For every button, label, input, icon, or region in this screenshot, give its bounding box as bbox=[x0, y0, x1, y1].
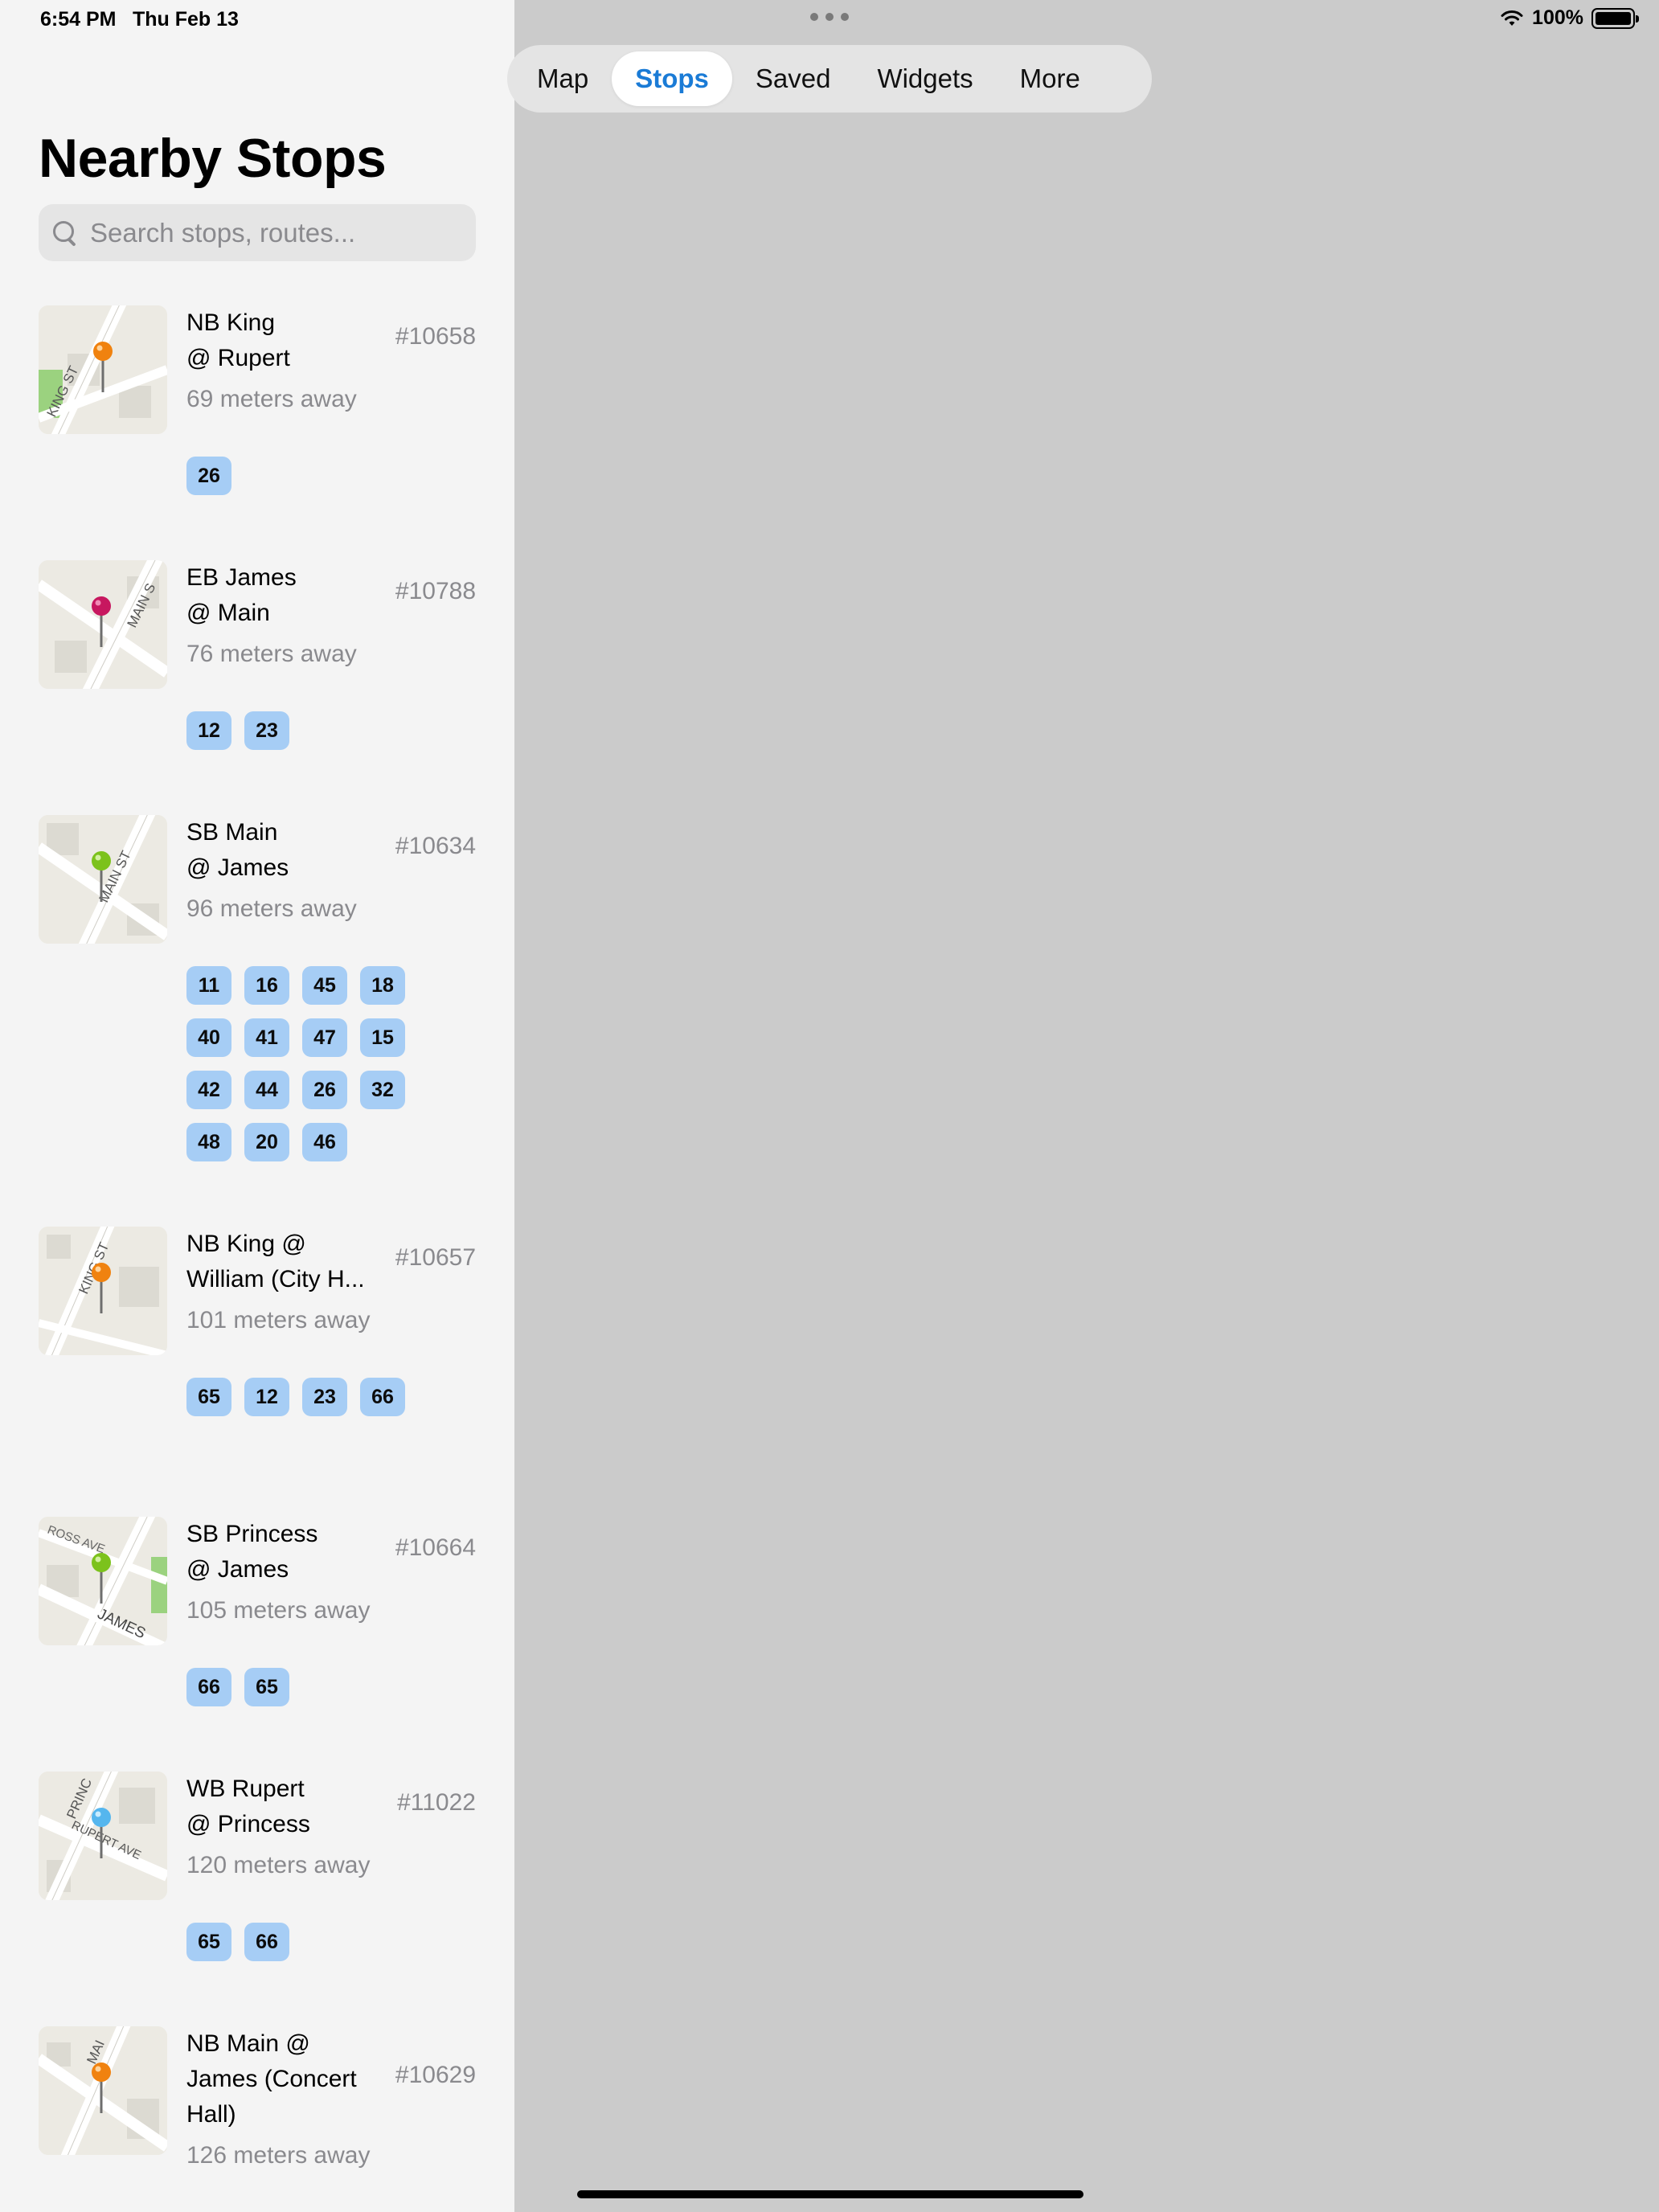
stop-map-thumbnail: RUPERT AVE PRINC bbox=[39, 1772, 167, 1900]
route-badges: 11 16 45 18 40 41 47 15 42 44 26 32 48 2… bbox=[186, 966, 444, 1161]
orange-pin-icon bbox=[92, 2062, 111, 2113]
search-input[interactable] bbox=[90, 217, 476, 248]
green-pin-icon bbox=[92, 1553, 111, 1604]
stop-map-thumbnail: KING ST bbox=[39, 1227, 167, 1355]
stop-code: #10658 bbox=[395, 323, 476, 350]
route-badge[interactable]: 12 bbox=[186, 711, 231, 750]
route-badge[interactable]: 66 bbox=[244, 1923, 289, 1961]
route-badge[interactable]: 20 bbox=[244, 1123, 289, 1161]
stop-code: #10629 bbox=[395, 2062, 476, 2088]
route-badge[interactable]: 11 bbox=[186, 966, 231, 1005]
tab-bar: Map Stops Saved Widgets More bbox=[507, 45, 1152, 113]
stop-distance: 105 meters away bbox=[186, 1597, 371, 1624]
page-title: Nearby Stops bbox=[39, 128, 387, 189]
battery-percentage: 100% bbox=[1532, 6, 1583, 29]
orange-pin-icon bbox=[92, 1263, 111, 1313]
stop-map-thumbnail: MAI bbox=[39, 2026, 167, 2155]
multitasking-dots-icon[interactable] bbox=[810, 11, 849, 23]
route-badge[interactable]: 40 bbox=[186, 1018, 231, 1057]
route-badges: 66 65 bbox=[186, 1668, 444, 1706]
status-time: 6:54 PM bbox=[40, 8, 117, 31]
route-badge[interactable]: 66 bbox=[360, 1378, 405, 1416]
route-badge[interactable]: 45 bbox=[302, 966, 347, 1005]
route-badge[interactable]: 47 bbox=[302, 1018, 347, 1057]
route-badge[interactable]: 46 bbox=[302, 1123, 347, 1161]
stop-name: SB Princess @ James bbox=[186, 1521, 318, 1583]
route-badges: 65 66 bbox=[186, 1923, 444, 1961]
tab-stops[interactable]: Stops bbox=[612, 51, 732, 106]
route-badge[interactable]: 48 bbox=[186, 1123, 231, 1161]
search-icon bbox=[51, 219, 79, 247]
stop-code: #10788 bbox=[395, 578, 476, 604]
route-badge[interactable]: 23 bbox=[302, 1378, 347, 1416]
stop-map-thumbnail: MAIN S bbox=[39, 560, 167, 689]
route-badge[interactable]: 23 bbox=[244, 711, 289, 750]
route-badges: 26 bbox=[186, 457, 444, 495]
route-badge[interactable]: 66 bbox=[186, 1668, 231, 1706]
tab-more[interactable]: More bbox=[997, 51, 1104, 106]
stop-distance: 120 meters away bbox=[186, 1852, 371, 1878]
route-badge[interactable]: 18 bbox=[360, 966, 405, 1005]
route-badge[interactable]: 12 bbox=[244, 1378, 289, 1416]
stop-map-thumbnail: MAIN ST bbox=[39, 815, 167, 944]
tab-widgets[interactable]: Widgets bbox=[854, 51, 996, 106]
orange-pin-icon bbox=[93, 342, 113, 392]
stop-map-thumbnail: KING ST bbox=[39, 305, 167, 434]
home-indicator[interactable] bbox=[577, 2190, 1083, 2198]
route-badge[interactable]: 41 bbox=[244, 1018, 289, 1057]
green-pin-icon bbox=[92, 851, 111, 902]
stop-code: #11022 bbox=[397, 1789, 476, 1816]
status-indicators: 100% bbox=[1500, 6, 1639, 30]
route-badge[interactable]: 44 bbox=[244, 1071, 289, 1109]
sidebar: 6:54 PM Thu Feb 13 Nearby Stops KING ST bbox=[0, 0, 514, 2212]
stop-name: WB Rupert @ Princess bbox=[186, 1776, 310, 1837]
route-badge[interactable]: 26 bbox=[186, 457, 231, 495]
route-badge[interactable]: 16 bbox=[244, 966, 289, 1005]
route-badge[interactable]: 65 bbox=[186, 1378, 231, 1416]
stop-name: NB King @ Rupert bbox=[186, 309, 290, 371]
stop-map-thumbnail: ROSS AVE JAMES bbox=[39, 1517, 167, 1645]
route-badge[interactable]: 42 bbox=[186, 1071, 231, 1109]
route-badge[interactable]: 32 bbox=[360, 1071, 405, 1109]
blue-pin-icon bbox=[92, 1808, 111, 1858]
route-badge[interactable]: 26 bbox=[302, 1071, 347, 1109]
stop-distance: 126 meters away bbox=[186, 2142, 371, 2169]
battery-icon bbox=[1591, 7, 1639, 29]
wifi-icon bbox=[1501, 10, 1523, 26]
status-date: Thu Feb 13 bbox=[133, 8, 239, 31]
stop-code: #10657 bbox=[395, 1244, 476, 1271]
magenta-pin-icon bbox=[92, 596, 111, 647]
route-badge[interactable]: 65 bbox=[186, 1923, 231, 1961]
stop-code: #10664 bbox=[395, 1534, 476, 1561]
search-field[interactable] bbox=[39, 204, 476, 261]
stop-name: SB Main @ James bbox=[186, 819, 289, 881]
stop-name: EB James @ Main bbox=[186, 564, 297, 626]
route-badges: 65 12 23 66 bbox=[186, 1378, 444, 1416]
stop-distance: 76 meters away bbox=[186, 641, 357, 667]
stop-distance: 101 meters away bbox=[186, 1307, 371, 1333]
stop-name: NB Main @ James (Concert Hall) bbox=[186, 2030, 357, 2128]
stop-distance: 69 meters away bbox=[186, 386, 357, 412]
stop-distance: 96 meters away bbox=[186, 895, 357, 922]
tab-saved[interactable]: Saved bbox=[732, 51, 854, 106]
detail-pane bbox=[514, 0, 1659, 2212]
route-badge[interactable]: 15 bbox=[360, 1018, 405, 1057]
stop-code: #10634 bbox=[395, 833, 476, 859]
route-badge[interactable]: 65 bbox=[244, 1668, 289, 1706]
stop-name: NB King @ William (City H... bbox=[186, 1231, 365, 1292]
route-badges: 12 23 bbox=[186, 711, 444, 750]
tab-map[interactable]: Map bbox=[514, 51, 612, 106]
